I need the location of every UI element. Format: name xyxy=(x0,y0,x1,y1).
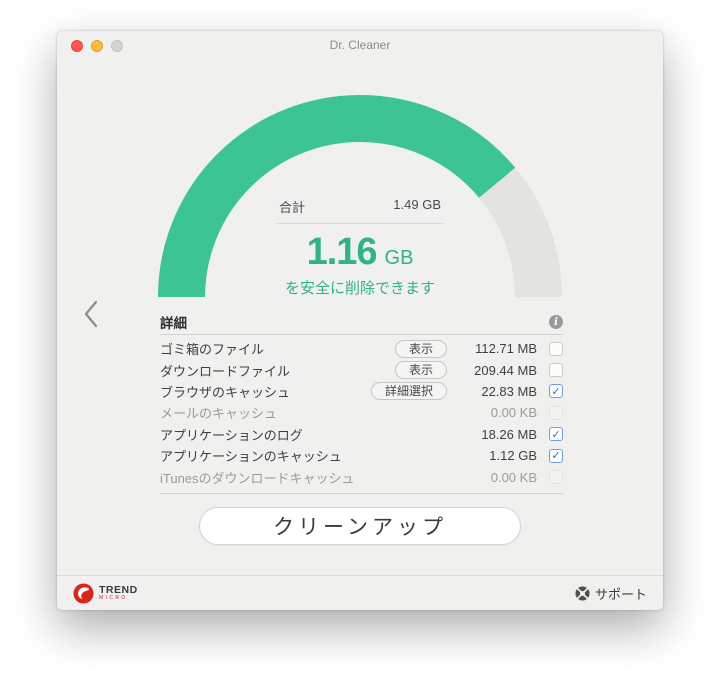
cleanable-value: 1.16 xyxy=(306,231,378,273)
gauge-subtitle: を安全に削除できます xyxy=(284,280,435,297)
row-checkbox[interactable] xyxy=(549,363,563,378)
row-checkbox xyxy=(549,470,563,485)
row-checkbox[interactable] xyxy=(549,384,563,399)
row-action-button[interactable]: 表示 xyxy=(394,339,447,358)
lifebuoy-icon xyxy=(575,585,590,601)
app-window: Dr. Cleaner 合計 1.49 GB 1.16 GB を安全に削除できます… xyxy=(57,31,663,610)
row-size-value: 22.83 MB xyxy=(481,383,537,399)
row-label: ダウンロードファイル xyxy=(160,363,291,379)
row-action-button[interactable]: 表示 xyxy=(394,361,447,380)
table-row: アプリケーションのキャッシュ 1.12 GB xyxy=(160,445,563,466)
brand-name: TREND xyxy=(99,583,138,596)
table-row: アプリケーションのログ 18.26 MB xyxy=(160,424,563,445)
row-size-value: 209.44 MB xyxy=(474,362,537,378)
table-row: ゴミ箱のファイル 表示 112.71 MB xyxy=(160,338,563,359)
support-link[interactable]: サポート xyxy=(575,584,647,603)
back-chevron-icon[interactable] xyxy=(81,299,103,329)
table-row: iTunesのダウンロードキャッシュ 0.00 KB xyxy=(160,466,563,487)
row-size-value: 112.71 MB xyxy=(475,341,537,357)
row-label: iTunesのダウンロードキャッシュ xyxy=(160,470,355,486)
footer: TREND MICRO サポート xyxy=(57,575,663,610)
table-row: メールのキャッシュ 0.00 KB xyxy=(160,402,563,423)
window-title: Dr. Cleaner xyxy=(329,38,391,52)
row-label: ゴミ箱のファイル xyxy=(160,342,265,358)
row-size-value: 0.00 KB xyxy=(490,469,537,485)
support-label: サポート xyxy=(594,586,647,602)
row-label: メールのキャッシュ xyxy=(160,406,278,422)
row-checkbox[interactable] xyxy=(549,427,563,442)
details-section: 詳細 ゴミ箱のファイル表示112.71 MBダウンロードファイル表示209.44… xyxy=(160,310,563,494)
table-row: ブラウザのキャッシュ 詳細選択 22.83 MB xyxy=(160,381,563,402)
info-icon[interactable] xyxy=(549,315,563,329)
total-label: 合計 xyxy=(279,200,306,215)
row-size-value: 18.26 MB xyxy=(481,426,537,442)
table-row: ダウンロードファイル 表示 209.44 MB xyxy=(160,359,563,380)
brand-subname: MICRO xyxy=(99,595,128,602)
row-action-button[interactable]: 詳細選択 xyxy=(370,382,447,401)
cleanable-unit: GB xyxy=(384,247,414,269)
trend-micro-logo: TREND MICRO xyxy=(73,582,138,604)
gauge-readout: 合計 1.49 GB 1.16 GB を安全に削除できます xyxy=(277,197,443,298)
row-checkbox[interactable] xyxy=(549,448,563,463)
total-value: 1.49 GB xyxy=(393,197,441,212)
trend-micro-ball-icon xyxy=(73,582,94,604)
cleanup-button[interactable]: クリーンアップ xyxy=(199,507,521,545)
row-checkbox xyxy=(549,405,563,420)
titlebar: Dr. Cleaner xyxy=(57,31,663,59)
row-size-value: 1.12 GB xyxy=(489,448,537,464)
row-label: アプリケーションのログ xyxy=(160,427,303,443)
details-rows: ゴミ箱のファイル 表示 112.71 MB ダウンロードファイル 表示 209.44 MB… xyxy=(160,335,563,494)
row-label: ブラウザのキャッシュ xyxy=(160,384,291,400)
row-size-value: 0.00 KB xyxy=(490,405,537,421)
details-title: 詳細 xyxy=(160,316,187,331)
row-checkbox[interactable] xyxy=(549,341,563,356)
row-label: アプリケーションのキャッシュ xyxy=(160,449,342,465)
